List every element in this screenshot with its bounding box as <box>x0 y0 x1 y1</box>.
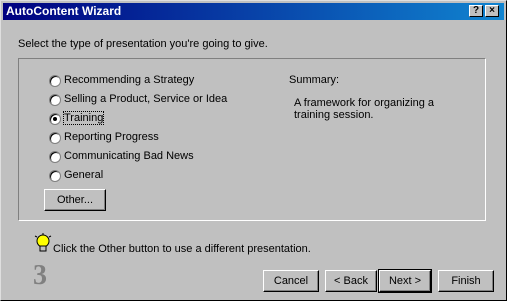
option-label: Recommending a Strategy <box>64 74 195 86</box>
option-label: General <box>64 169 104 181</box>
close-icon[interactable]: × <box>485 5 499 17</box>
back-button[interactable]: < Back <box>325 270 377 292</box>
summary-text: A framework for organizing a training se… <box>294 97 435 121</box>
step-number: 3 <box>33 260 47 291</box>
help-icon[interactable]: ? <box>469 5 483 17</box>
lightbulb-icon <box>34 233 52 252</box>
other-button[interactable]: Other... <box>44 189 106 211</box>
window-title: AutoContent Wizard <box>6 4 122 18</box>
finish-button[interactable]: Finish <box>438 270 494 292</box>
radio-button[interactable] <box>49 151 61 163</box>
tip-text: Click the Other button to use a differen… <box>53 243 311 255</box>
prompt-text: Select the type of presentation you're g… <box>18 38 268 50</box>
option-label: Selling a Product, Service or Idea <box>64 93 228 105</box>
autocontent-wizard-window: AutoContent Wizard ? × Select the type o… <box>0 0 507 301</box>
radio-button[interactable] <box>49 94 61 106</box>
radio-button[interactable] <box>49 132 61 144</box>
radio-button[interactable] <box>49 75 61 87</box>
presentation-type-group: Recommending a Strategy Selling a Produc… <box>18 58 486 221</box>
next-button[interactable]: Next > <box>378 269 432 293</box>
option-label: Communicating Bad News <box>64 150 194 162</box>
title-bar[interactable]: AutoContent Wizard ? × <box>3 3 504 20</box>
option-label: Reporting Progress <box>64 131 159 143</box>
option-label: Training <box>62 111 105 125</box>
radio-button[interactable] <box>49 170 61 182</box>
cancel-button[interactable]: Cancel <box>263 270 319 292</box>
radio-button-selected[interactable] <box>49 113 61 125</box>
summary-label: Summary: <box>289 74 340 86</box>
